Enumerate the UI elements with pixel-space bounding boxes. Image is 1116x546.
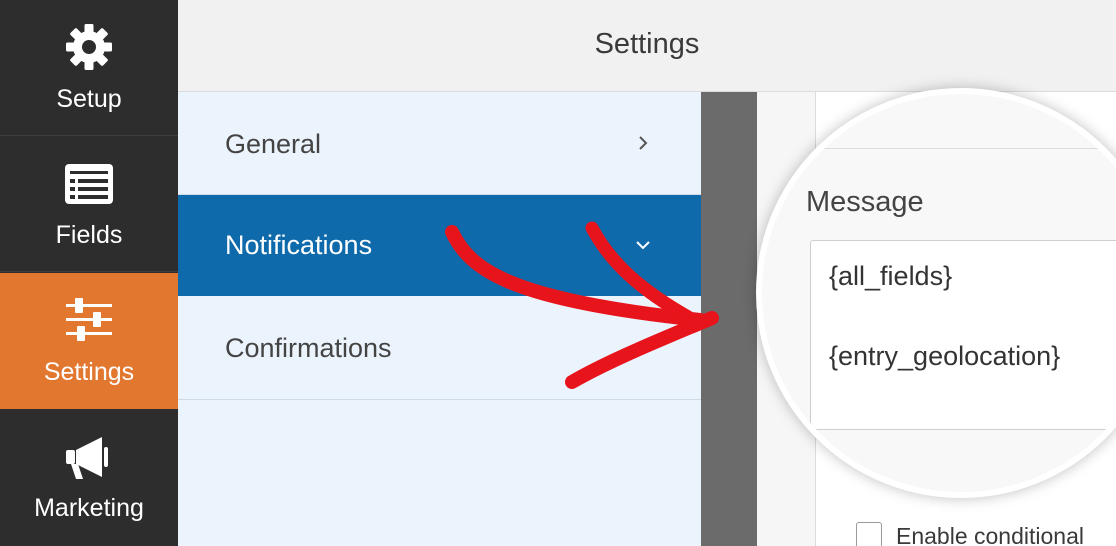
conditional-logic-label: Enable conditional xyxy=(896,523,1084,546)
sidebar-item-setup[interactable]: Setup xyxy=(0,0,178,136)
field-divider xyxy=(814,148,1116,149)
sliders-icon xyxy=(66,298,112,341)
chevron-right-icon xyxy=(639,136,648,150)
settings-nav: General Notifications Confirmations xyxy=(178,92,701,546)
message-label: Message xyxy=(806,186,924,218)
sidebar-item-label: Settings xyxy=(43,358,135,386)
page-title: Settings xyxy=(594,28,700,60)
settings-nav-notifications[interactable]: Notifications xyxy=(178,195,701,296)
message-line: {all_fields} xyxy=(829,261,953,291)
gear-icon xyxy=(66,24,112,70)
page-header: Settings xyxy=(178,0,1116,92)
megaphone-icon xyxy=(66,437,108,479)
sidebar-item-label: Setup xyxy=(56,85,122,113)
sidebar-item-marketing[interactable]: Marketing xyxy=(0,409,178,545)
chevron-down-icon xyxy=(636,241,650,250)
settings-nav-confirmations[interactable]: Confirmations xyxy=(178,296,701,400)
conditional-logic-checkbox[interactable] xyxy=(856,522,882,546)
builder-sidebar: Setup Fields Settings Marketing xyxy=(0,0,178,546)
panel-divider xyxy=(701,92,757,546)
sidebar-item-label: Fields xyxy=(55,221,123,249)
list-icon xyxy=(65,164,113,204)
settings-nav-label: Notifications xyxy=(225,230,373,260)
settings-nav-general[interactable]: General xyxy=(178,92,701,195)
sidebar-item-settings[interactable]: Settings xyxy=(0,273,178,409)
message-line: {entry_geolocation} xyxy=(829,341,1061,371)
settings-nav-label: Confirmations xyxy=(225,333,392,363)
settings-nav-label: General xyxy=(225,129,322,159)
sidebar-item-fields[interactable]: Fields xyxy=(0,136,178,272)
message-textarea[interactable]: {all_fields} {entry_geolocation} xyxy=(810,240,1116,430)
sidebar-item-label: Marketing xyxy=(34,494,144,522)
